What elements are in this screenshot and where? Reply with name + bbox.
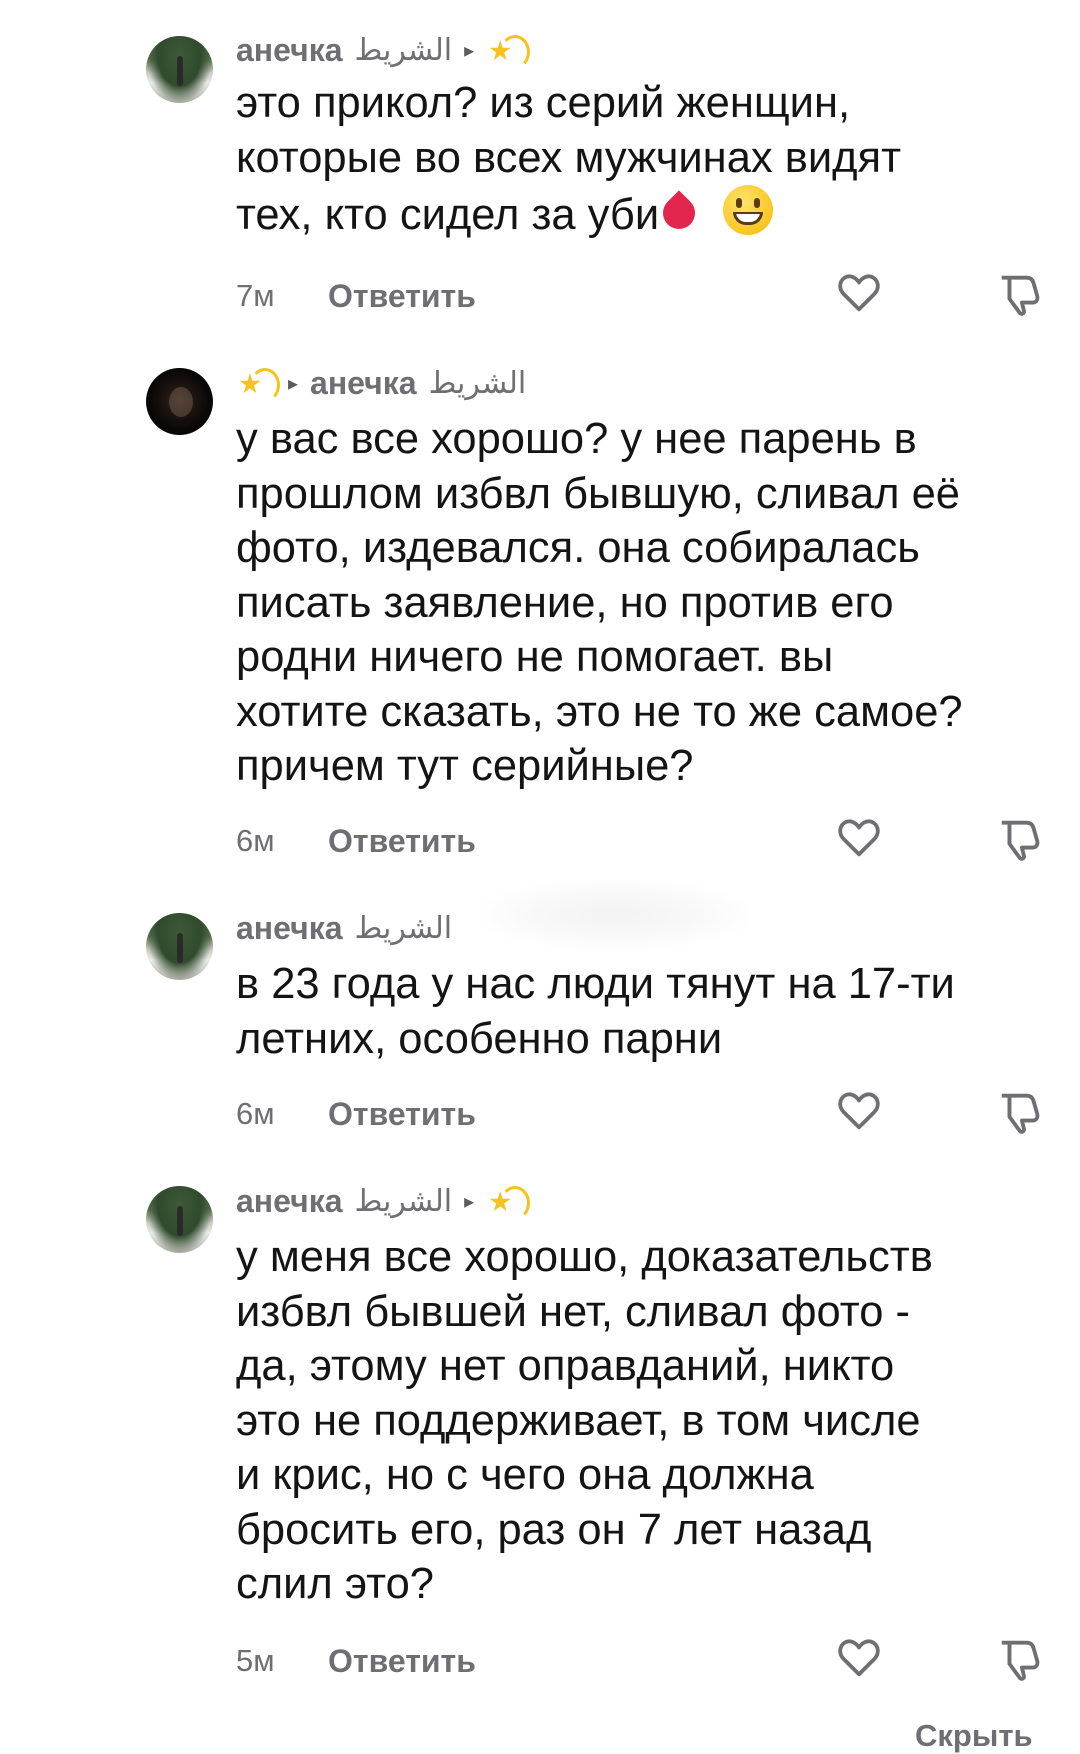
- sparkle-icon: [486, 32, 531, 69]
- heart-icon[interactable]: [836, 1088, 882, 1134]
- avatar[interactable]: [146, 913, 213, 980]
- sparkle-icon: [236, 365, 280, 402]
- comment-footer: 6м Ответить: [236, 1088, 1056, 1138]
- avatar[interactable]: [146, 36, 213, 103]
- reply-arrow-icon: ▸: [464, 39, 475, 62]
- comment-header: анечка الشريط ▸: [236, 30, 531, 70]
- author-name[interactable]: анечка: [236, 1183, 343, 1220]
- author-name[interactable]: анечка: [310, 365, 417, 402]
- comment-text: в 23 года у нас люди тянут на 17-ти летн…: [236, 960, 955, 1063]
- author-tag: الشريط: [354, 32, 453, 68]
- reply-button[interactable]: Ответить: [328, 278, 476, 315]
- comment-text: это прикол? из серий женщин, которые во …: [236, 79, 901, 239]
- comment-header: анечка الشريط ▸: [236, 1181, 531, 1221]
- reply-arrow-icon: ▸: [464, 1190, 475, 1213]
- heart-icon[interactable]: [836, 815, 882, 861]
- author-tag: الشريط: [428, 365, 527, 401]
- author-name[interactable]: анечка: [236, 32, 343, 69]
- comment-header: анечка الشريط: [236, 908, 452, 948]
- heart-icon[interactable]: [836, 270, 882, 316]
- thumbs-down-icon[interactable]: [996, 815, 1042, 861]
- avatar[interactable]: [146, 368, 213, 435]
- comment-text: у вас все хорошо? у нее парень в прошлом…: [236, 415, 963, 790]
- comment-header: ▸ анечка الشريط: [236, 363, 526, 403]
- sparkle-icon: [486, 1183, 531, 1220]
- blood-drop-icon: [661, 187, 697, 235]
- reply-button[interactable]: Ответить: [328, 1643, 476, 1680]
- blurred-area: [480, 880, 750, 950]
- reply-button[interactable]: Ответить: [328, 823, 476, 860]
- grinning-face-icon: [723, 185, 774, 235]
- comment-footer: 6м Ответить: [236, 815, 1056, 865]
- comment-time: 5м: [236, 1643, 275, 1678]
- comment-time: 6м: [236, 1096, 275, 1131]
- thumbs-down-icon[interactable]: [996, 1088, 1042, 1134]
- reply-arrow-icon: ▸: [288, 372, 299, 395]
- author-tag: الشريط: [354, 1183, 453, 1219]
- reply-button[interactable]: Ответить: [328, 1096, 476, 1133]
- author-tag: الشريط: [354, 910, 453, 946]
- heart-icon[interactable]: [836, 1635, 882, 1681]
- thumbs-down-icon[interactable]: [996, 1635, 1042, 1681]
- comment-text: у меня все хорошо, доказательств избвл б…: [236, 1233, 933, 1608]
- thumbs-down-icon[interactable]: [996, 270, 1042, 316]
- avatar[interactable]: [146, 1186, 213, 1253]
- comment-time: 6м: [236, 823, 275, 858]
- comment-footer: 5м Ответить: [236, 1635, 1056, 1685]
- author-name[interactable]: анечка: [236, 910, 343, 947]
- comment-time: 7м: [236, 278, 275, 313]
- comment-footer: 7м Ответить: [236, 270, 1056, 320]
